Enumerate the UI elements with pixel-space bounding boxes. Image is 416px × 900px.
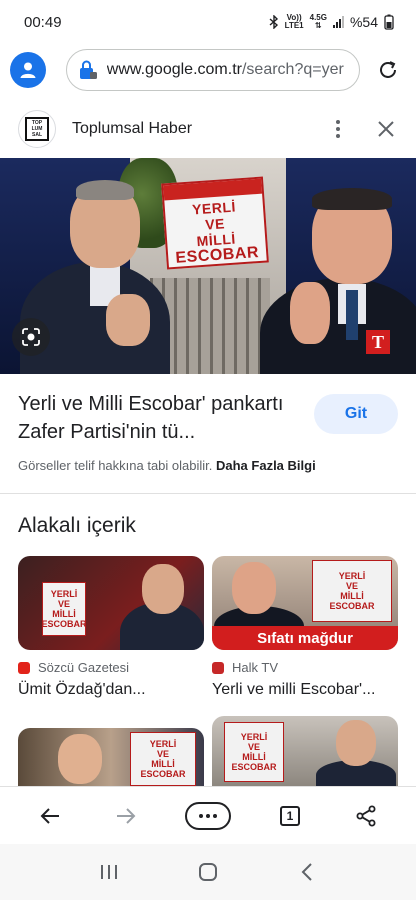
copyright-text: Görseller telif hakkına tabi olabilir. (18, 458, 213, 473)
channel-logo: T (366, 330, 390, 354)
more-options-button[interactable] (326, 117, 350, 141)
result-title-section: Yerli ve Milli Escobar' pankartı Zafer P… (18, 390, 398, 446)
status-bar: 00:49 Vo)) LTE1 4.5G ⇅ %54 (0, 0, 416, 44)
account-avatar[interactable] (10, 52, 46, 88)
status-time: 00:49 (24, 13, 62, 31)
network-type-label: Vo)) LTE1 (284, 13, 304, 30)
bluetooth-icon (269, 15, 278, 29)
card-title[interactable]: Ümit Özdağ'dan... (18, 681, 204, 699)
url-text[interactable]: www.google.com.tr/search?q=yer (107, 61, 344, 79)
status-icons: Vo)) LTE1 4.5G ⇅ %54 (269, 14, 394, 30)
tabs-button[interactable]: 1 (270, 796, 310, 836)
thumbnail-banner: YERLİ VE MİLLİ ESCOBAR (42, 582, 87, 636)
more-horiz-icon (185, 801, 231, 830)
tab-count: 1 (280, 805, 300, 826)
share-button[interactable] (346, 796, 386, 836)
browser-toolbar: 1 (0, 786, 416, 844)
share-icon (356, 805, 376, 826)
close-icon (378, 121, 394, 137)
sozcu-logo-icon (18, 661, 30, 674)
close-button[interactable] (374, 117, 398, 141)
divider (0, 493, 416, 494)
more-vert-icon (336, 120, 340, 124)
halk-tv-logo-icon (212, 661, 224, 674)
browser-url-row: www.google.com.tr/search?q=yer (0, 44, 416, 96)
card-title[interactable]: Yerli ve milli Escobar'... (212, 681, 398, 699)
battery-icon (384, 14, 394, 30)
result-title[interactable]: Yerli ve Milli Escobar' pankartı Zafer P… (18, 390, 308, 446)
chevron-left-icon (301, 863, 312, 881)
related-heading: Alakalı içerik (18, 514, 136, 537)
back-button[interactable] (30, 796, 70, 836)
recent-apps-icon (101, 865, 118, 879)
battery-level: %54 (349, 14, 378, 30)
related-card[interactable]: YERLİ VE MİLLİ ESCOBAR Sıfatı mağdur Halk T… (212, 556, 398, 699)
lens-button[interactable] (12, 318, 50, 356)
copyright-note: Görseller telif hakkına tabi olabilir. D… (18, 458, 316, 473)
related-card[interactable]: YERLİ VE MİLLİ ESCOBAR Sözcü Gazetesi Ümit … (18, 556, 204, 699)
related-card-image[interactable]: YERLİ VE MİLLİ ESCOBAR (18, 556, 204, 650)
related-card[interactable]: YERLİ VE MİLLİ ESCOBAR (212, 716, 398, 786)
source-logo-mark: TOP LUM SAL (25, 117, 49, 141)
source-name[interactable]: Toplumsal Haber (72, 120, 326, 138)
reload-icon (380, 61, 397, 78)
signal-icon (332, 16, 344, 28)
card-source: Halk TV (212, 660, 398, 675)
related-card-image[interactable]: YERLİ VE MİLLİ ESCOBAR (18, 728, 204, 786)
menu-button[interactable] (182, 796, 234, 836)
arrow-left-icon (40, 807, 59, 824)
related-card[interactable]: YERLİ VE MİLLİ ESCOBAR (18, 728, 204, 786)
source-header: TOP LUM SAL Toplumsal Haber (0, 100, 416, 158)
related-card-image[interactable]: YERLİ VE MİLLİ ESCOBAR Sıfatı mağdur (212, 556, 398, 650)
secure-lock-icon[interactable] (77, 59, 99, 81)
hero-image[interactable]: YERLİ VE MİLLİ ESCOBAR T (0, 158, 416, 374)
related-card-image[interactable]: YERLİ VE MİLLİ ESCOBAR (212, 716, 398, 786)
person-right-illustration (250, 188, 416, 374)
more-info-link[interactable]: Daha Fazla Bilgi (216, 458, 316, 473)
network-gen-label: 4.5G ⇅ (309, 13, 327, 30)
thumbnail-overlay-text: Sıfatı mağdur (212, 626, 398, 650)
lens-icon (22, 328, 40, 346)
home-icon (198, 863, 217, 881)
address-bar[interactable]: www.google.com.tr/search?q=yer (65, 49, 361, 91)
recent-apps-button[interactable] (89, 852, 129, 892)
thumbnail-banner: YERLİ VE MİLLİ ESCOBAR (312, 560, 392, 622)
card-source: Sözcü Gazetesi (18, 660, 204, 675)
thumbnail-banner: YERLİ VE MİLLİ ESCOBAR (130, 732, 196, 786)
person-icon (20, 62, 36, 78)
forward-button[interactable] (106, 796, 146, 836)
system-back-button[interactable] (287, 852, 327, 892)
system-nav-bar (0, 844, 416, 900)
thumbnail-banner: YERLİ VE MİLLİ ESCOBAR (224, 722, 284, 782)
home-button[interactable] (188, 852, 228, 892)
reload-button[interactable] (370, 52, 406, 88)
visit-button[interactable]: Git (314, 394, 398, 434)
arrow-right-icon (117, 807, 136, 824)
source-logo: TOP LUM SAL (18, 110, 56, 148)
